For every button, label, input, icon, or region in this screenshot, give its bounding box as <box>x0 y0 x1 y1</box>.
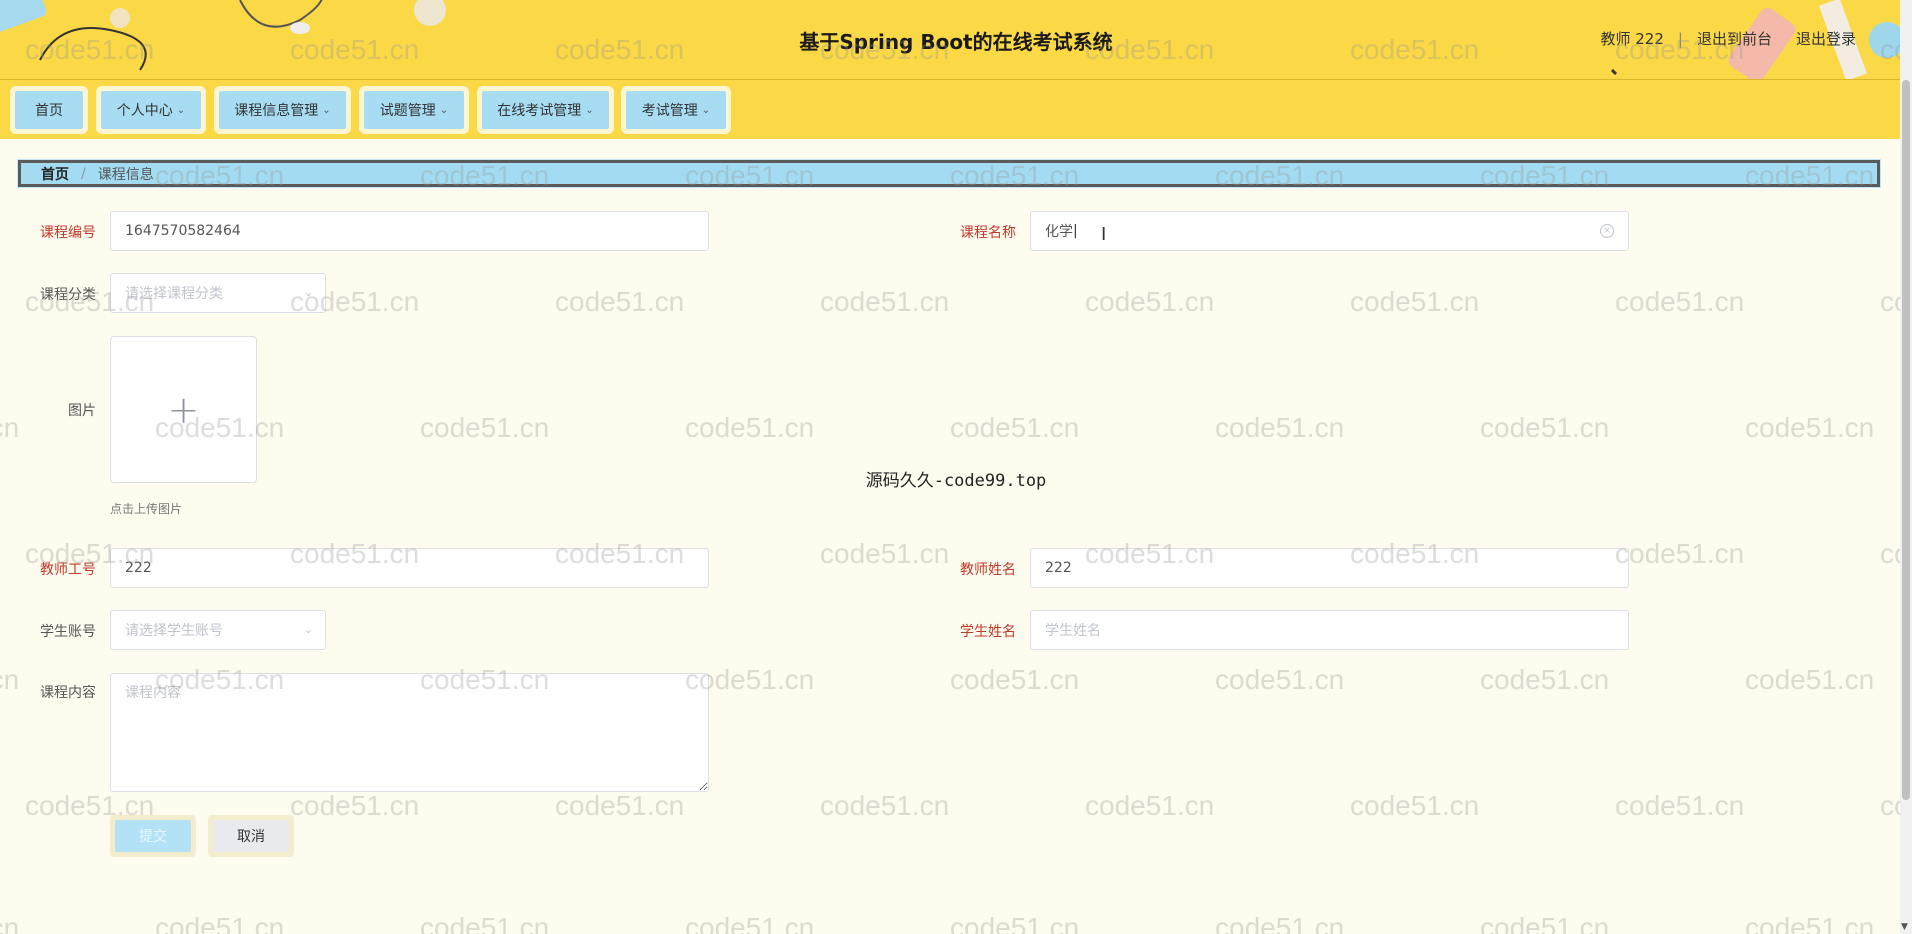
student-name-label: 学生姓名 <box>960 624 1016 640</box>
submit-button[interactable]: 提交 <box>110 815 196 857</box>
watermark-text: code51.cn <box>420 412 550 443</box>
text-cursor-icon: I <box>1101 224 1107 245</box>
chevron-down-icon: ⌄ <box>176 104 186 116</box>
chevron-down-icon: ⌄ <box>303 286 313 299</box>
watermark-text: code51.cn <box>290 790 420 821</box>
teacher-no-input[interactable]: 222 <box>110 548 709 588</box>
watermark-text: code51.cn <box>950 412 1080 443</box>
watermark-text: code51.cn <box>420 912 550 934</box>
watermark-text: code51.cn <box>1215 412 1345 443</box>
watermark-text: code51.cn <box>1615 286 1745 317</box>
course-name-label: 课程名称 <box>960 225 1016 241</box>
watermark-text: code51.cn <box>1480 412 1610 443</box>
student-account-label: 学生账号 <box>40 624 96 640</box>
nav-item-personal-center[interactable]: 个人中心 ⌄ <box>96 86 206 134</box>
watermark-text: code51.cn <box>1215 664 1345 695</box>
watermark-text: code51.cn <box>1745 412 1875 443</box>
watermark-text: code51.cn <box>555 790 685 821</box>
watermark-text: code51.cn <box>950 912 1080 934</box>
top-user-links: 教师 222 | 退出到前台 退出登录 <box>1601 28 1857 49</box>
scrollbar-thumb[interactable] <box>1902 80 1910 800</box>
watermark-text: code51.cn <box>685 912 815 934</box>
teacher-name-input[interactable]: 222 <box>1030 548 1629 588</box>
cancel-button[interactable]: 取消 <box>208 815 294 857</box>
breadcrumb: 首页 / 课程信息 <box>17 159 1881 188</box>
teacher-no-label: 教师工号 <box>40 562 96 578</box>
chevron-down-icon: ⌄ <box>322 104 331 116</box>
back-to-frontend-link[interactable]: 退出到前台 <box>1697 28 1772 49</box>
image-upload-box[interactable]: + <box>110 336 257 483</box>
watermark-text: code51.cn <box>1085 790 1215 821</box>
image-label: 图片 <box>68 403 96 419</box>
nav-item-home[interactable]: 首页 <box>10 86 88 134</box>
watermark-text: code51.cn <box>1215 912 1345 934</box>
course-name-input[interactable]: 化学 | × <box>1030 211 1629 251</box>
watermark-text: code51.cn <box>155 912 285 934</box>
watermark-text: code51.cn <box>820 286 950 317</box>
separator: | <box>1677 29 1683 48</box>
nav-item-exam-management[interactable]: 考试管理 ⌄ <box>621 86 731 134</box>
user-label: 教师 222 <box>1600 30 1664 48</box>
watermark-text: code51.cn <box>1350 286 1480 317</box>
watermark-text: code51.cn <box>1615 538 1745 569</box>
page-scrollbar[interactable]: ▼ <box>1900 0 1912 934</box>
nav-item-course-management[interactable]: 课程信息管理 ⌄ <box>214 86 351 134</box>
clear-icon[interactable]: × <box>1600 224 1614 238</box>
breadcrumb-current: 课程信息 <box>97 166 154 183</box>
nav-item-question-management[interactable]: 试题管理 ⌄ <box>359 86 469 134</box>
chevron-down-icon: ⌄ <box>439 104 449 116</box>
watermark-text: code51.cn <box>685 412 815 443</box>
breadcrumb-separator: / <box>81 165 86 182</box>
upload-hint: 点击上传图片 <box>110 502 183 516</box>
teacher-name-label: 教师姓名 <box>960 562 1016 578</box>
watermark-text: code51.cn <box>950 664 1080 695</box>
nav-item-online-exam-management[interactable]: 在线考试管理 ⌄ <box>477 86 614 134</box>
course-content-textarea[interactable] <box>110 673 709 792</box>
main-nav: 首页 个人中心 ⌄ 课程信息管理 ⌄ 试题管理 ⌄ 在线考试管理 ⌄ 考试管理 ⌄ <box>0 80 1900 139</box>
watermark-text: code51.cn <box>555 286 685 317</box>
watermark-text: code51.cn <box>1480 912 1610 934</box>
top-header: 基于Spring Boot的在线考试系统 教师 222 | 退出到前台 退出登录 <box>0 0 1912 80</box>
watermark-text: code51.cn <box>820 790 950 821</box>
student-name-input[interactable]: 学生姓名 <box>1030 610 1629 650</box>
chevron-down-icon: ⌄ <box>701 104 711 116</box>
watermark-text: code51.cn <box>1745 912 1875 934</box>
breadcrumb-home[interactable]: 首页 <box>41 164 69 184</box>
chevron-down-icon: ⌄ <box>585 104 594 116</box>
chevron-down-icon: ⌄ <box>303 623 313 636</box>
course-category-select[interactable]: 请选择课程分类 ⌄ <box>110 273 326 313</box>
overlay-text: 源码久久-code99.top <box>865 471 1047 491</box>
watermark-text: code51.cn <box>1745 664 1875 695</box>
course-content-label: 课程内容 <box>40 685 96 701</box>
watermark-text: code51.cn <box>1085 286 1215 317</box>
course-category-label: 课程分类 <box>40 287 96 303</box>
scroll-down-arrow-icon[interactable]: ▼ <box>1901 922 1908 932</box>
logout-link[interactable]: 退出登录 <box>1796 28 1856 49</box>
watermark-text: code51.cn <box>1480 664 1610 695</box>
watermark-text: code51.cn <box>0 912 20 934</box>
course-no-input[interactable]: 1647570582464 <box>110 211 709 251</box>
student-account-select[interactable]: 请选择学生账号 ⌄ <box>110 610 326 650</box>
watermark-text: code51.cn <box>1350 790 1480 821</box>
watermark-text: code51.cn <box>1615 790 1745 821</box>
plus-icon: + <box>167 387 200 432</box>
course-no-label: 课程编号 <box>40 225 96 241</box>
